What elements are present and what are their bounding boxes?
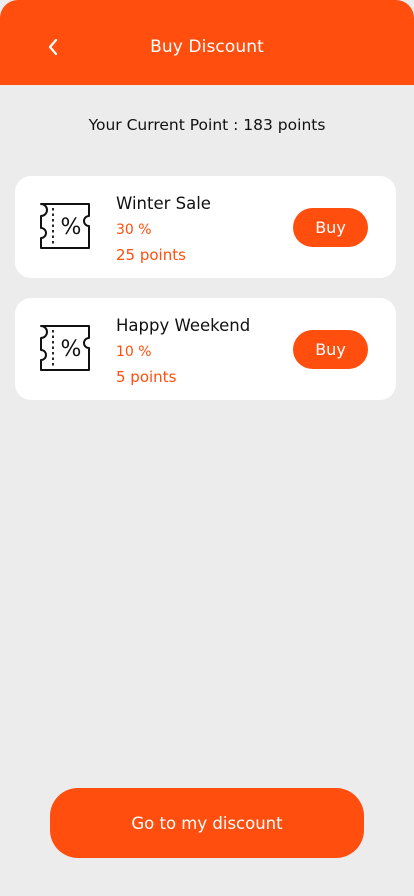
discount-card: % Happy Weekend 10 % 5 points Buy xyxy=(15,298,396,400)
discount-cost: 25 points xyxy=(116,246,186,264)
current-points-text: Your Current Point : 183 points xyxy=(88,116,326,134)
discount-card: % Winter Sale 30 % 25 points Buy xyxy=(15,176,396,278)
buy-button[interactable]: Buy xyxy=(293,208,368,247)
discount-name: Happy Weekend xyxy=(116,316,251,335)
app-header: Buy Discount xyxy=(0,0,414,85)
svg-text:%: % xyxy=(61,215,82,240)
discount-percent: 10 % xyxy=(116,344,152,360)
page-title: Buy Discount xyxy=(150,37,264,57)
discount-percent: 30 % xyxy=(116,222,152,238)
svg-text:%: % xyxy=(61,337,82,362)
discount-cost: 5 points xyxy=(116,368,177,386)
buy-button[interactable]: Buy xyxy=(293,330,368,369)
discount-name: Winter Sale xyxy=(116,194,211,213)
discount-ticket-icon: % xyxy=(40,325,90,371)
discount-ticket-icon: % xyxy=(40,203,90,249)
go-to-my-discount-button[interactable]: Go to my discount xyxy=(50,788,364,858)
